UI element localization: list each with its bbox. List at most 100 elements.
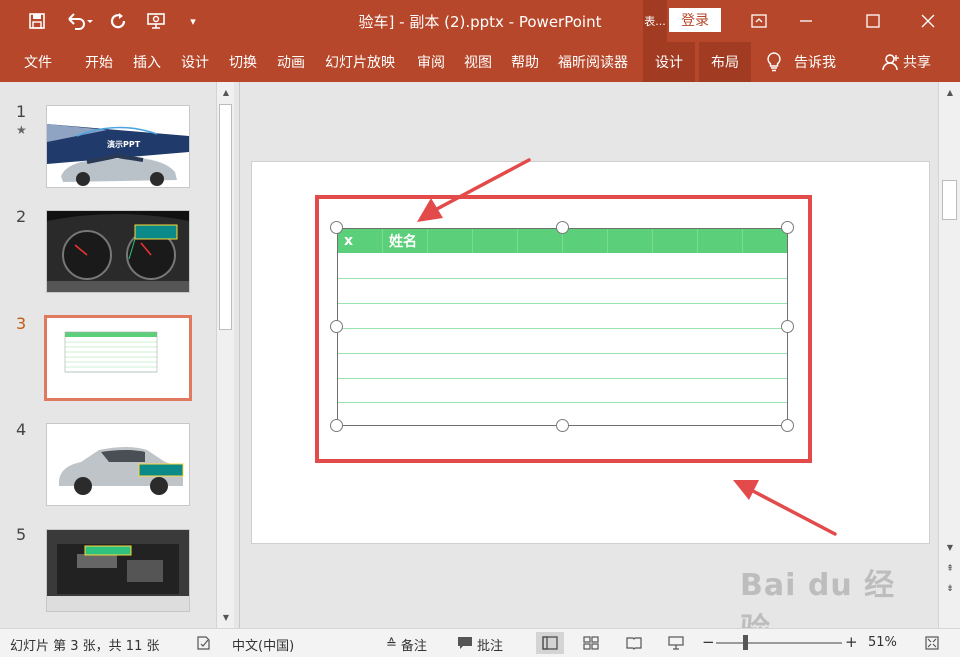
tab-table-layout[interactable]: 布局 — [699, 42, 751, 82]
scrollbar-handle[interactable] — [942, 180, 957, 220]
table-slide-preview — [47, 318, 189, 398]
slide-number: 5 — [16, 525, 27, 544]
table-row-divider — [338, 278, 787, 279]
table-header-cell[interactable]: x — [338, 229, 383, 253]
ribbon-display-options-icon[interactable] — [739, 6, 779, 36]
slide-number: 4 — [16, 420, 27, 439]
resize-handle-bottom[interactable] — [556, 419, 569, 432]
spell-check-icon[interactable] — [190, 632, 218, 654]
table-row-divider — [338, 402, 787, 403]
tab-foxit-reader[interactable]: 福昕阅读器 — [558, 42, 628, 82]
tab-transitions[interactable]: 切换 — [229, 42, 257, 82]
tab-slideshow[interactable]: 幻灯片放映 — [325, 42, 395, 82]
redo-icon[interactable] — [106, 8, 132, 34]
thumbnail-scrollbar[interactable]: ▲ ▼ — [216, 82, 234, 628]
slide-number: 3 — [16, 314, 27, 333]
tab-design[interactable]: 设计 — [181, 42, 209, 82]
minimize-icon[interactable] — [786, 6, 826, 36]
scroll-up-icon[interactable]: ▲ — [941, 84, 959, 101]
tab-animations[interactable]: 动画 — [277, 42, 305, 82]
slide-number: 1 — [16, 102, 27, 121]
slide-sorter-icon[interactable] — [577, 632, 605, 654]
lightbulb-icon — [766, 52, 782, 72]
table-tools-context-label: 表... — [643, 0, 667, 42]
language-indicator[interactable]: 中文(中国) — [232, 635, 294, 654]
slide-scrollbar[interactable]: ▲ ▼ ⇞ ⇟ — [938, 82, 960, 628]
table-row-divider — [338, 303, 787, 304]
maximize-icon[interactable] — [853, 6, 893, 36]
tab-table-design[interactable]: 设计 — [643, 42, 695, 82]
resize-handle-right[interactable] — [781, 320, 794, 333]
table-header-cell[interactable] — [698, 229, 743, 253]
table-row-divider — [338, 353, 787, 354]
resize-handle-top-left[interactable] — [330, 221, 343, 234]
table-header-cell[interactable] — [473, 229, 518, 253]
save-icon[interactable] — [24, 8, 50, 34]
resize-handle-bottom-left[interactable] — [330, 419, 343, 432]
slideshow-view-icon[interactable] — [662, 632, 690, 654]
table-row-divider — [338, 378, 787, 379]
zoom-out-button[interactable]: − — [702, 633, 715, 651]
engine-slide-preview — [47, 530, 189, 611]
tab-help[interactable]: 帮助 — [511, 42, 539, 82]
status-bar: 幻灯片 第 3 张，共 11 张 中文(中国) ≙ 备注 批注 − + 51% — [0, 628, 960, 657]
person-icon — [882, 53, 900, 71]
customize-qat-icon[interactable]: ▾ — [180, 8, 206, 34]
undo-icon[interactable] — [62, 8, 98, 34]
tab-view[interactable]: 视图 — [464, 42, 492, 82]
resize-handle-left[interactable] — [330, 320, 343, 333]
scroll-down-icon[interactable]: ▼ — [941, 539, 959, 556]
slide-thumbnail-3[interactable] — [44, 315, 192, 401]
tab-insert[interactable]: 插入 — [133, 42, 161, 82]
zoom-slider-thumb[interactable] — [742, 635, 748, 650]
notes-icon: ≙ — [386, 637, 397, 652]
slide-number: 2 — [16, 207, 27, 226]
sedan-slide-preview — [47, 424, 189, 505]
comments-button[interactable]: 批注 — [457, 635, 503, 654]
reading-view-icon[interactable] — [620, 632, 648, 654]
next-slide-icon[interactable]: ⇟ — [941, 580, 959, 597]
login-button[interactable]: 登录 — [669, 8, 721, 32]
table[interactable]: x 姓名 — [337, 228, 788, 426]
fit-to-window-icon[interactable] — [918, 632, 946, 654]
normal-view-icon[interactable] — [536, 632, 564, 654]
notes-label: 备注 — [400, 639, 427, 654]
zoom-level[interactable]: 51% — [868, 635, 897, 650]
table-header-cell[interactable]: 姓名 — [383, 229, 428, 253]
slide-thumbnail-4[interactable] — [46, 423, 190, 506]
slide-thumbnail-pane[interactable]: 1 ★ 演示PPT 2 3 4 5 ▲ ▼ — [0, 82, 240, 628]
resize-handle-top-right[interactable] — [781, 221, 794, 234]
resize-handle-bottom-right[interactable] — [781, 419, 794, 432]
tell-me-box[interactable]: 告诉我 — [766, 42, 836, 82]
zoom-slider-track[interactable] — [716, 642, 842, 644]
tab-review[interactable]: 审阅 — [417, 42, 445, 82]
zoom-in-button[interactable]: + — [845, 633, 858, 651]
table-header-cell[interactable] — [518, 229, 563, 253]
slide-thumbnail-1[interactable]: 演示PPT — [46, 105, 190, 188]
dashboard-slide-preview — [47, 211, 189, 292]
scroll-up-icon[interactable]: ▲ — [217, 84, 235, 101]
animation-star-icon: ★ — [16, 123, 27, 137]
table-header-cell[interactable] — [563, 229, 608, 253]
scrollbar-handle[interactable] — [219, 104, 232, 330]
table-row-divider — [338, 328, 787, 329]
previous-slide-icon[interactable]: ⇞ — [941, 560, 959, 577]
table-header-cell[interactable] — [428, 229, 473, 253]
annotation-arrow-icon — [417, 158, 531, 222]
table-header-cell[interactable] — [653, 229, 698, 253]
slide-thumbnail-2[interactable] — [46, 210, 190, 293]
slide-editing-area[interactable]: x 姓名 — [241, 82, 938, 628]
close-icon[interactable] — [908, 6, 948, 36]
table-header-cell[interactable] — [743, 229, 787, 253]
slide-thumbnail-5[interactable] — [46, 529, 190, 612]
tab-file[interactable]: 文件 — [24, 42, 52, 82]
tab-home[interactable]: 开始 — [85, 42, 113, 82]
share-button[interactable]: 共享 — [882, 42, 931, 82]
table-header-cell[interactable] — [608, 229, 653, 253]
present-icon[interactable] — [143, 8, 169, 34]
slide-1-title: 演示PPT — [107, 140, 141, 149]
comments-label: 批注 — [477, 639, 504, 654]
resize-handle-top[interactable] — [556, 221, 569, 234]
scroll-down-icon[interactable]: ▼ — [217, 609, 235, 626]
notes-button[interactable]: ≙ 备注 — [386, 635, 427, 654]
